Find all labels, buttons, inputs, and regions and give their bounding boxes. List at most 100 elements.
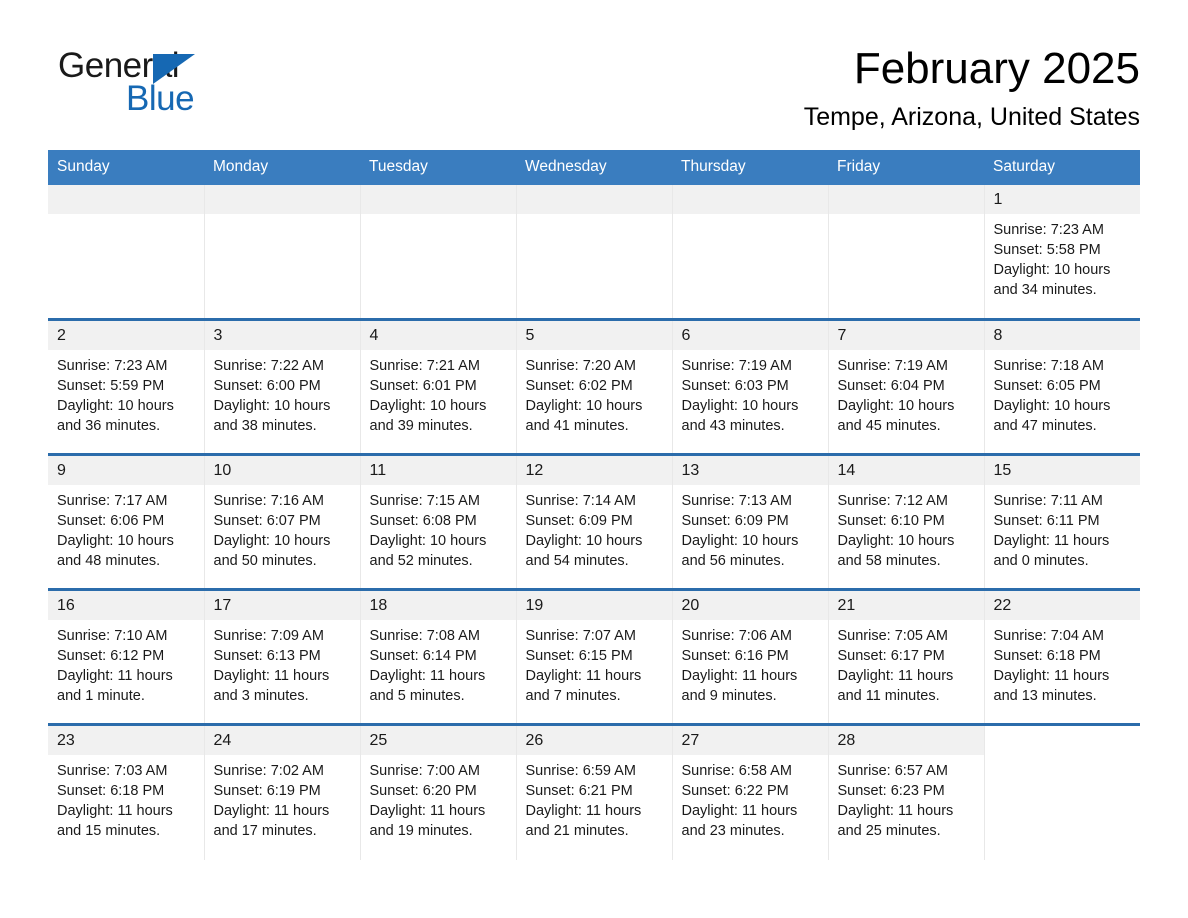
calendar-page: General Blue February 2025 Tempe, Arizon…	[0, 0, 1188, 918]
sunset-text: Sunset: 6:09 PM	[681, 513, 789, 530]
daylight-text-line1: Daylight: 11 hours	[681, 803, 798, 820]
day-details	[829, 214, 984, 220]
sunrise-text: Sunrise: 6:57 AM	[837, 763, 948, 780]
daylight-text-line2: and 23 minutes.	[681, 823, 785, 840]
day-number: 21	[828, 591, 984, 621]
daylight-text-line2: and 47 minutes.	[993, 418, 1097, 435]
day-cell-11[interactable]: 11 Sunrise: 7:15 AM Sunset: 6:08 PM Dayligh…	[360, 453, 517, 590]
sunrise-text: Sunrise: 7:05 AM	[837, 628, 948, 645]
daylight-text-line1: Daylight: 10 hours	[369, 398, 487, 415]
day-number: 13	[672, 456, 828, 486]
day-cell-empty	[516, 184, 673, 320]
day-number: 6	[672, 321, 828, 351]
day-cell-5[interactable]: 5 Sunrise: 7:20 AM Sunset: 6:02 PM Daylight…	[516, 318, 673, 455]
day-number	[984, 726, 1140, 756]
daylight-text-line1: Daylight: 10 hours	[525, 533, 643, 550]
day-details: Sunrise: 7:00 AM Sunset: 6:20 PM Daylight:…	[361, 755, 516, 841]
sunset-text: Sunset: 6:21 PM	[525, 783, 633, 800]
day-cell-28[interactable]: 28 Sunrise: 6:57 AM Sunset: 6:23 PM Dayligh…	[828, 723, 985, 860]
day-details: Sunrise: 7:17 AM Sunset: 6:06 PM Daylight:…	[48, 485, 204, 571]
day-cell-6[interactable]: 6 Sunrise: 7:19 AM Sunset: 6:03 PM Daylight…	[672, 318, 829, 455]
day-cell-3[interactable]: 3 Sunrise: 7:22 AM Sunset: 6:00 PM Daylight…	[204, 318, 361, 455]
day-cell-23[interactable]: 23 Sunrise: 7:03 AM Sunset: 6:18 PM Dayligh…	[48, 723, 205, 860]
day-details: Sunrise: 6:58 AM Sunset: 6:22 PM Daylight:…	[673, 755, 828, 841]
sunset-text: Sunset: 6:18 PM	[57, 783, 165, 800]
calendar-week-row: 2 Sunrise: 7:23 AM Sunset: 5:59 PM Daylight…	[48, 318, 1140, 455]
daylight-text-line1: Daylight: 10 hours	[837, 398, 955, 415]
daylight-text-line1: Daylight: 11 hours	[993, 668, 1110, 685]
day-number: 3	[204, 321, 360, 351]
day-cell-19[interactable]: 19 Sunrise: 7:07 AM Sunset: 6:15 PM Dayligh…	[516, 588, 673, 725]
daylight-text-line2: and 17 minutes.	[213, 823, 317, 840]
day-number: 9	[48, 456, 204, 486]
day-cell-24[interactable]: 24 Sunrise: 7:02 AM Sunset: 6:19 PM Dayligh…	[204, 723, 361, 860]
daylight-text-line2: and 54 minutes.	[525, 553, 629, 570]
daylight-text-line2: and 5 minutes.	[369, 688, 465, 705]
sunrise-text: Sunrise: 7:16 AM	[213, 493, 324, 510]
day-details: Sunrise: 7:10 AM Sunset: 6:12 PM Daylight:…	[48, 620, 204, 706]
sunrise-text: Sunrise: 7:22 AM	[213, 358, 324, 375]
day-details	[673, 214, 828, 220]
day-number: 17	[204, 591, 360, 621]
sunset-text: Sunset: 6:00 PM	[213, 378, 321, 395]
daylight-text-line2: and 58 minutes.	[837, 553, 941, 570]
day-cell-empty	[828, 184, 985, 320]
day-cell-16[interactable]: 16 Sunrise: 7:10 AM Sunset: 6:12 PM Dayligh…	[48, 588, 205, 725]
sunrise-text: Sunrise: 7:11 AM	[993, 493, 1103, 510]
sunset-text: Sunset: 6:19 PM	[213, 783, 321, 800]
calendar-week-row: 16 Sunrise: 7:10 AM Sunset: 6:12 PM Dayligh…	[48, 588, 1140, 725]
day-cell-18[interactable]: 18 Sunrise: 7:08 AM Sunset: 6:14 PM Dayligh…	[360, 588, 517, 725]
day-cell-empty	[672, 184, 829, 320]
day-cell-empty	[204, 184, 361, 320]
daylight-text-line1: Daylight: 10 hours	[681, 398, 799, 415]
daylight-text-line1: Daylight: 11 hours	[369, 803, 486, 820]
day-cell-13[interactable]: 13 Sunrise: 7:13 AM Sunset: 6:09 PM Dayligh…	[672, 453, 829, 590]
sunrise-text: Sunrise: 7:19 AM	[681, 358, 792, 375]
day-cell-8[interactable]: 8 Sunrise: 7:18 AM Sunset: 6:05 PM Daylight…	[984, 318, 1140, 455]
day-cell-empty	[984, 723, 1140, 860]
day-number	[360, 184, 516, 214]
daylight-text-line1: Daylight: 11 hours	[525, 803, 642, 820]
day-cell-20[interactable]: 20 Sunrise: 7:06 AM Sunset: 6:16 PM Dayligh…	[672, 588, 829, 725]
sunset-text: Sunset: 6:14 PM	[369, 648, 477, 665]
day-cell-22[interactable]: 22 Sunrise: 7:04 AM Sunset: 6:18 PM Dayligh…	[984, 588, 1140, 725]
sunrise-text: Sunrise: 7:04 AM	[993, 628, 1104, 645]
daylight-text-line1: Daylight: 11 hours	[57, 668, 173, 685]
day-details: Sunrise: 6:59 AM Sunset: 6:21 PM Daylight:…	[517, 755, 672, 841]
daylight-text-line1: Daylight: 10 hours	[213, 533, 331, 550]
sunset-text: Sunset: 6:08 PM	[369, 513, 477, 530]
day-cell-17[interactable]: 17 Sunrise: 7:09 AM Sunset: 6:13 PM Dayligh…	[204, 588, 361, 725]
sunrise-text: Sunrise: 7:02 AM	[213, 763, 324, 780]
day-cell-1[interactable]: 1 Sunrise: 7:23 AM Sunset: 5:58 PM Daylight…	[984, 184, 1140, 320]
day-cell-27[interactable]: 27 Sunrise: 6:58 AM Sunset: 6:22 PM Dayligh…	[672, 723, 829, 860]
day-details: Sunrise: 7:06 AM Sunset: 6:16 PM Daylight:…	[673, 620, 828, 706]
sunset-text: Sunset: 6:12 PM	[57, 648, 165, 665]
day-cell-26[interactable]: 26 Sunrise: 6:59 AM Sunset: 6:21 PM Dayligh…	[516, 723, 673, 860]
general-blue-logo: General Blue	[48, 44, 278, 120]
day-number: 25	[360, 726, 516, 756]
day-number: 26	[516, 726, 672, 756]
day-number	[516, 184, 672, 214]
day-cell-12[interactable]: 12 Sunrise: 7:14 AM Sunset: 6:09 PM Dayligh…	[516, 453, 673, 590]
day-details	[205, 214, 360, 220]
day-cell-14[interactable]: 14 Sunrise: 7:12 AM Sunset: 6:10 PM Dayligh…	[828, 453, 985, 590]
sunset-text: Sunset: 6:13 PM	[213, 648, 321, 665]
daylight-text-line1: Daylight: 11 hours	[993, 533, 1110, 550]
day-cell-2[interactable]: 2 Sunrise: 7:23 AM Sunset: 5:59 PM Daylight…	[48, 318, 205, 455]
day-details: Sunrise: 7:11 AM Sunset: 6:11 PM Daylight:…	[985, 485, 1141, 571]
day-cell-15[interactable]: 15 Sunrise: 7:11 AM Sunset: 6:11 PM Dayligh…	[984, 453, 1141, 590]
day-cell-9[interactable]: 9 Sunrise: 7:17 AM Sunset: 6:06 PM Daylight…	[48, 453, 205, 590]
day-details	[48, 214, 204, 220]
sunrise-text: Sunrise: 7:15 AM	[369, 493, 480, 510]
day-cell-25[interactable]: 25 Sunrise: 7:00 AM Sunset: 6:20 PM Dayligh…	[360, 723, 517, 860]
sunset-text: Sunset: 6:04 PM	[837, 378, 945, 395]
day-cell-21[interactable]: 21 Sunrise: 7:05 AM Sunset: 6:17 PM Dayligh…	[828, 588, 985, 725]
day-number	[204, 184, 360, 214]
sunrise-sunset-calendar: Sunday Monday Tuesday Wednesday Thursday Frid…	[48, 149, 1141, 860]
day-details: Sunrise: 6:57 AM Sunset: 6:23 PM Daylight:…	[829, 755, 984, 841]
day-number: 5	[516, 321, 672, 351]
day-number: 8	[984, 321, 1140, 351]
day-cell-4[interactable]: 4 Sunrise: 7:21 AM Sunset: 6:01 PM Daylight…	[360, 318, 517, 455]
day-cell-10[interactable]: 10 Sunrise: 7:16 AM Sunset: 6:07 PM Dayligh…	[204, 453, 361, 590]
day-cell-7[interactable]: 7 Sunrise: 7:19 AM Sunset: 6:04 PM Daylight…	[828, 318, 985, 455]
